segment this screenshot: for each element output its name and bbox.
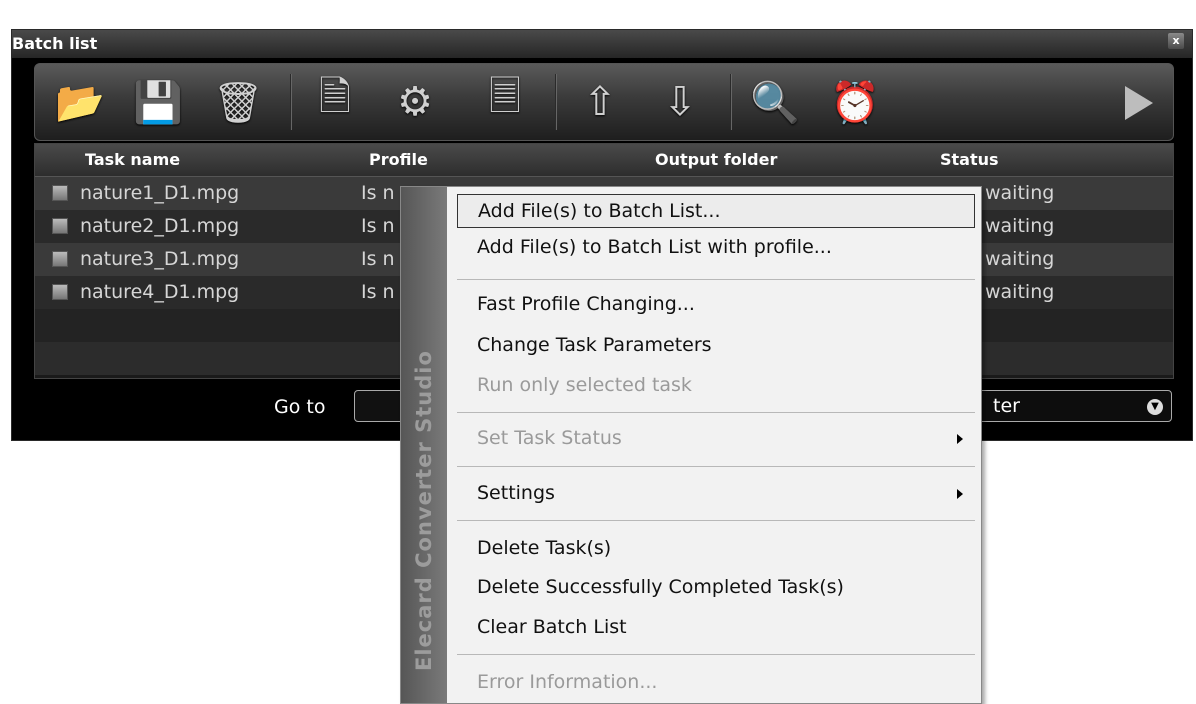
binoculars-icon[interactable]: 🔍 — [750, 76, 800, 128]
menu-item-delete-completed-tasks[interactable]: Delete Successfully Completed Task(s) — [457, 571, 975, 605]
menu-brand-band: Elecard Converter Studio — [401, 187, 447, 703]
menu-separator — [457, 279, 975, 280]
run-icon[interactable] — [1125, 86, 1153, 120]
submenu-arrow-icon — [957, 434, 963, 444]
add-task-icon[interactable]: 🗏 — [480, 74, 530, 128]
menu-separator — [457, 412, 975, 413]
menu-item-add-files[interactable]: Add File(s) to Batch List... — [457, 194, 975, 228]
task-name-cell: nature3_D1.mpg — [80, 248, 240, 270]
menu-item-settings[interactable]: Settings — [457, 477, 975, 511]
menu-item-label: Add File(s) to Batch List with profile..… — [477, 236, 832, 258]
toolbar: 📂 💾 🗑 🗎 ⚙ 🗏 ⇧ ⇩ 🔍 ⏰ — [34, 63, 1174, 141]
toolbar-separator — [730, 74, 731, 130]
task-name-cell: nature4_D1.mpg — [80, 281, 240, 303]
menu-item-label: Error Information... — [477, 671, 658, 693]
menu-item-error-information[interactable]: Error Information... — [457, 666, 975, 700]
menu-item-label: Clear Batch List — [477, 616, 627, 638]
goto-label: Go to — [274, 396, 326, 418]
menu-item-label: Fast Profile Changing... — [477, 293, 695, 315]
task-name-cell: nature2_D1.mpg — [80, 215, 240, 237]
status-cell: waiting — [985, 182, 1055, 204]
menu-item-set-task-status[interactable]: Set Task Status — [457, 422, 975, 456]
row-checkbox[interactable] — [52, 185, 68, 201]
menu-separator — [457, 520, 975, 521]
title-bar: Batch list x — [12, 30, 1192, 58]
menu-item-clear-batch-list[interactable]: Clear Batch List — [457, 611, 975, 645]
status-cell: waiting — [985, 215, 1055, 237]
save-icon[interactable]: 💾 — [133, 76, 183, 128]
menu-item-label: Delete Task(s) — [477, 537, 612, 559]
menu-brand-text: Elecard Converter Studio — [412, 350, 436, 671]
row-checkbox[interactable] — [52, 284, 68, 300]
column-header-status[interactable]: Status — [940, 150, 999, 169]
profile-cell: Is n — [361, 281, 395, 303]
menu-item-change-task-parameters[interactable]: Change Task Parameters — [457, 329, 975, 363]
profile-cell: Is n — [361, 182, 395, 204]
profile-cell: Is n — [361, 215, 395, 237]
table-header: Task name Profile Output folder Status — [35, 144, 1173, 177]
toolbar-separator — [555, 74, 556, 130]
column-header-output-folder[interactable]: Output folder — [655, 150, 777, 169]
menu-item-add-files-with-profile[interactable]: Add File(s) to Batch List with profile..… — [457, 231, 975, 265]
chevron-down-icon[interactable]: ▼ — [1147, 399, 1163, 415]
context-menu: Elecard Converter Studio Add File(s) to … — [400, 186, 982, 704]
column-header-task-name[interactable]: Task name — [85, 150, 180, 169]
menu-item-run-selected-task[interactable]: Run only selected task — [457, 369, 975, 403]
move-down-icon[interactable]: ⇩ — [655, 76, 705, 128]
task-name-cell: nature1_D1.mpg — [80, 182, 240, 204]
convert-icon[interactable]: ⚙ — [390, 76, 440, 128]
window-title: Batch list — [12, 34, 98, 53]
row-checkbox[interactable] — [52, 251, 68, 267]
remove-files-icon[interactable]: 🗑 — [213, 76, 264, 128]
toolbar-separator — [290, 74, 291, 130]
filter-select-value: ter — [993, 395, 1020, 417]
move-up-icon[interactable]: ⇧ — [575, 76, 625, 128]
delete-task-icon[interactable]: 🗎 — [310, 74, 360, 128]
menu-item-label: Set Task Status — [477, 427, 622, 449]
menu-separator — [457, 654, 975, 655]
menu-item-fast-profile-changing[interactable]: Fast Profile Changing... — [457, 288, 975, 322]
close-button[interactable]: x — [1168, 33, 1184, 49]
submenu-arrow-icon — [957, 489, 963, 499]
row-checkbox[interactable] — [52, 218, 68, 234]
menu-item-label: Settings — [477, 482, 555, 504]
column-header-profile[interactable]: Profile — [369, 150, 428, 169]
profile-cell: Is n — [361, 248, 395, 270]
status-cell: waiting — [985, 281, 1055, 303]
open-folder-icon[interactable]: 📂 — [55, 76, 105, 128]
menu-separator — [457, 466, 975, 467]
status-cell: waiting — [985, 248, 1055, 270]
menu-item-label: Add File(s) to Batch List... — [478, 200, 721, 222]
schedule-icon[interactable]: ⏰ — [830, 76, 880, 128]
filter-select[interactable]: ter ▼ — [972, 390, 1172, 422]
menu-item-delete-tasks[interactable]: Delete Task(s) — [457, 532, 975, 566]
menu-item-label: Change Task Parameters — [477, 334, 712, 356]
menu-item-label: Run only selected task — [477, 374, 692, 396]
menu-item-label: Delete Successfully Completed Task(s) — [477, 576, 844, 598]
